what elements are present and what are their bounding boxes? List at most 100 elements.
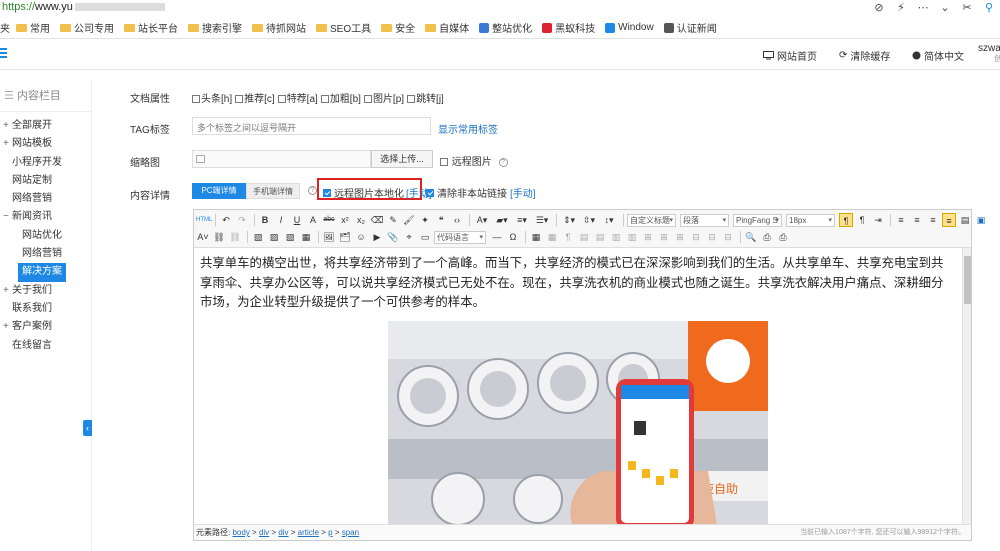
bookmark-6[interactable]: 安全 <box>381 20 415 35</box>
site-home-link[interactable]: 网站首页 <box>763 48 817 63</box>
bookmark-11[interactable]: 认证新闻 <box>663 20 717 35</box>
localize-images-checkbox[interactable] <box>323 188 331 197</box>
localize-images-option[interactable]: 远程图片本地化 [手动] <box>323 185 432 200</box>
doc-attr-checkbox[interactable] <box>407 95 416 104</box>
help-icon[interactable]: ? <box>498 157 508 167</box>
doc-attr-option-2[interactable]: 特荐[a] <box>277 90 318 105</box>
row-spacing-icon[interactable]: ⇳▾ <box>580 213 598 227</box>
doc-attr-option-1[interactable]: 推荐[c] <box>235 90 275 105</box>
align-right-icon[interactable]: ≡ <box>926 213 940 227</box>
italic-icon[interactable]: I <box>274 213 288 227</box>
path-segment-link[interactable]: body <box>232 528 249 537</box>
doc-attr-option-5[interactable]: 跳转[j] <box>407 90 444 105</box>
find-replace-icon[interactable]: 🔍 <box>744 230 758 244</box>
emoji-icon[interactable]: ☺ <box>354 230 368 244</box>
help-icon[interactable]: ? <box>308 186 317 195</box>
rtl-direction-icon[interactable]: ¶ <box>855 213 869 227</box>
align-left-icon[interactable]: ≡ <box>894 213 908 227</box>
sidebar-item-0[interactable]: + 全部展开 <box>0 117 91 135</box>
split-cells-icon[interactable]: ⊟ <box>689 230 703 244</box>
tree-toggle-icon[interactable]: + <box>3 282 12 300</box>
doc-attr-checkbox[interactable] <box>277 95 286 104</box>
doc-attr-checkbox[interactable] <box>363 95 372 104</box>
bookmark-8[interactable]: 整站优化 <box>479 20 532 35</box>
url-text[interactable]: https://www.yu <box>0 1 165 13</box>
sidebar-item-9[interactable]: + 关于我们 <box>0 282 91 300</box>
sidebar-item-4[interactable]: 网络营销 <box>0 190 91 208</box>
sidebar-item-12[interactable]: 在线留言 <box>0 337 91 355</box>
sidebar-item-6[interactable]: 网站优化 <box>0 227 91 245</box>
strip-links-option[interactable]: 清除非本站链接 [手动] <box>426 185 536 200</box>
font-border-icon[interactable]: A <box>306 213 320 227</box>
bookmark-1[interactable]: 公司专用 <box>60 20 114 35</box>
user-menu[interactable]: szwar 创 <box>978 44 1000 64</box>
image-float-icon[interactable]: ▤ <box>958 213 972 227</box>
clear-format-icon[interactable]: ⌫ <box>370 213 384 227</box>
template-icon[interactable]: ▭ <box>418 230 432 244</box>
sidebar-item-2[interactable]: 小程序开发 <box>0 154 91 172</box>
tag-input[interactable]: 多个标签之间以逗号隔开 <box>192 117 431 135</box>
language-link[interactable]: 简体中文 <box>912 48 964 63</box>
print-icon[interactable]: ⎙ <box>776 230 790 244</box>
font-color-icon[interactable]: A▾ <box>473 213 491 227</box>
doc-attr-option-4[interactable]: 图片[p] <box>363 90 404 105</box>
bookmark-5[interactable]: SEO工具 <box>316 20 371 35</box>
quote-icon[interactable]: ❝ <box>434 213 448 227</box>
upload-button[interactable]: 选择上传... <box>371 150 433 168</box>
sidebar-item-8[interactable]: 解决方案 <box>18 263 66 282</box>
doc-attr-checkbox[interactable] <box>320 95 329 104</box>
tab-pc-content[interactable]: PC端详情 <box>192 183 246 199</box>
bookmark-0[interactable]: 常用 <box>16 20 50 35</box>
redo-icon[interactable]: ↷ <box>235 213 249 227</box>
highlight-color-icon[interactable]: ▰▾ <box>493 213 511 227</box>
path-segment-link[interactable]: div <box>259 528 269 537</box>
lightning-icon[interactable]: ⚡ <box>890 1 912 14</box>
eraser-icon[interactable]: ✎ <box>386 213 400 227</box>
custom-title-select[interactable]: 自定义标题 <box>627 213 676 227</box>
doc-attr-option-0[interactable]: 头条[h] <box>192 90 232 105</box>
search-icon[interactable]: ⚲ <box>978 1 1000 14</box>
tree-toggle-icon[interactable]: + <box>3 318 12 336</box>
delete-col-icon[interactable]: ▥ <box>625 230 639 244</box>
attachment-icon[interactable]: 📎 <box>386 230 400 244</box>
bold-icon[interactable]: B <box>258 213 272 227</box>
sidebar-item-7[interactable]: 网络营销 <box>0 245 91 263</box>
line-height-icon[interactable]: ↕▾ <box>600 213 618 227</box>
chevron-down-icon[interactable]: ⌄ <box>934 1 956 14</box>
tree-toggle-icon[interactable]: − <box>3 208 12 226</box>
menu-toggle-icon[interactable] <box>0 48 7 60</box>
tree-toggle-icon[interactable]: + <box>3 117 12 135</box>
video-icon[interactable]: ▶ <box>370 230 384 244</box>
merge-right-icon[interactable]: ⊞ <box>657 230 671 244</box>
align-justify-icon[interactable]: ≡ <box>942 213 956 227</box>
multi-image-icon[interactable]: 🗂 <box>338 230 352 244</box>
doc-attr-checkbox[interactable] <box>235 95 244 104</box>
map-icon[interactable]: ⌖ <box>402 230 416 244</box>
insert-row-icon[interactable]: ▤ <box>577 230 591 244</box>
delete-row-icon[interactable]: ▤ <box>593 230 607 244</box>
strip-links-manual-link[interactable]: [手动] <box>510 185 536 200</box>
clear-cache-link[interactable]: ⟳ 清除缓存 <box>839 48 890 63</box>
align-center-icon[interactable]: ≡ <box>910 213 924 227</box>
code-block-icon[interactable]: ‹› <box>450 213 464 227</box>
thumbnail-input[interactable] <box>192 150 371 168</box>
ltr-direction-icon[interactable]: ¶ <box>839 213 853 227</box>
sidebar-item-10[interactable]: 联系我们 <box>0 300 91 318</box>
insert-image-icon[interactable]: 🖼 <box>322 230 336 244</box>
horizontal-rule-icon[interactable]: — <box>490 230 504 244</box>
underline-icon[interactable]: U <box>290 213 304 227</box>
split-rows-icon[interactable]: ⊟ <box>705 230 719 244</box>
strikethrough-icon[interactable]: abc <box>322 213 336 227</box>
font-family-select[interactable]: PingFang S <box>733 213 782 227</box>
table-icon[interactable]: ▦ <box>529 230 543 244</box>
content-paragraph[interactable]: 共享单车的横空出世，将共享经济带到了一个高峰。而当下，共享经济的模式已在深深影响… <box>200 253 955 312</box>
path-segment-link[interactable]: span <box>342 528 359 537</box>
sidebar-item-1[interactable]: + 网站模板 <box>0 135 91 153</box>
sidebar-item-5[interactable]: − 新闻资讯 <box>0 208 91 226</box>
case-icon[interactable]: A˅ <box>196 230 210 244</box>
bookmark-10[interactable]: Window <box>605 22 654 33</box>
paragraph-format-select[interactable]: 段落 <box>680 213 729 227</box>
ordered-list-icon[interactable]: ≡▾ <box>513 213 531 227</box>
superscript-icon[interactable]: x² <box>338 213 352 227</box>
tree-toggle-icon[interactable]: + <box>3 135 12 153</box>
